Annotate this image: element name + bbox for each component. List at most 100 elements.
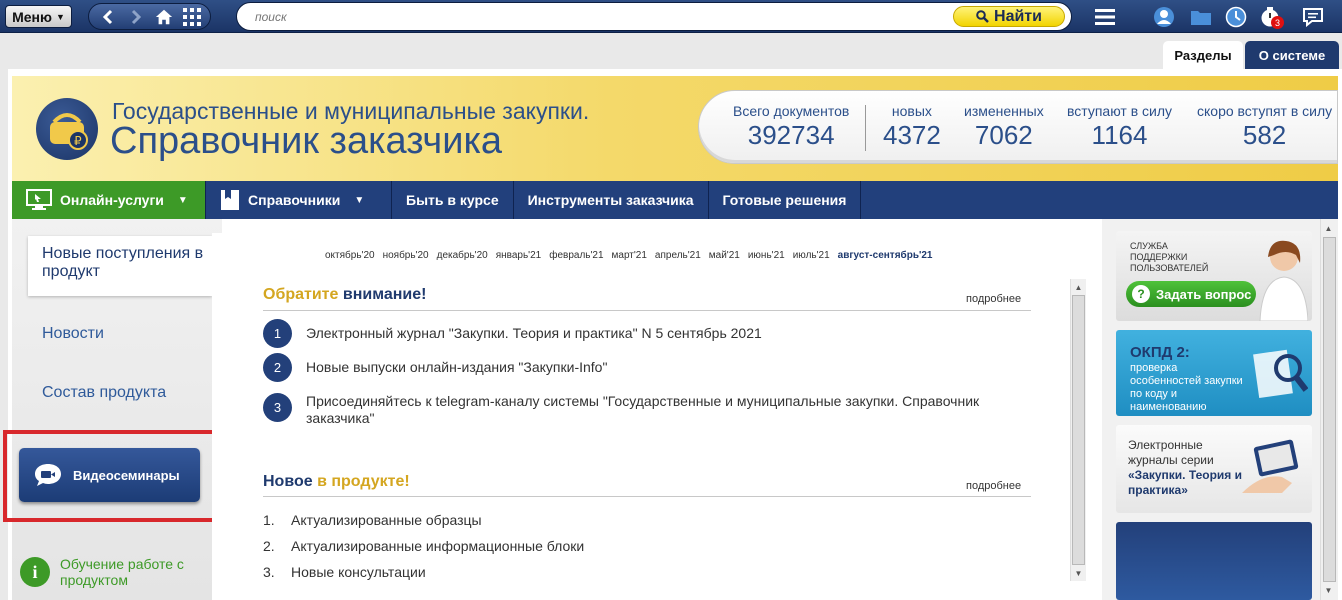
clock-icon[interactable] xyxy=(1223,4,1249,29)
month-link[interactable]: июль'21 xyxy=(793,250,830,261)
navigation-pill xyxy=(88,3,211,30)
stat-new[interactable]: новых 4372 xyxy=(883,103,941,151)
okpd-banner[interactable]: ОКПД 2: проверка особенностей закупки по… xyxy=(1116,330,1312,416)
attention-item-link[interactable]: Присоединяйтесь к telegram-каналу систем… xyxy=(306,393,1016,427)
forward-icon[interactable] xyxy=(127,8,145,26)
chevron-down-icon: ▼ xyxy=(177,194,188,206)
nav-label: Справочники xyxy=(248,192,341,208)
new-in-product-more-link[interactable]: подробнее xyxy=(966,480,1021,492)
month-link-current[interactable]: август-сентябрь'21 xyxy=(838,250,933,261)
month-link[interactable]: март'21 xyxy=(612,250,647,261)
number-badge: 1 xyxy=(263,319,292,348)
ask-question-button[interactable]: ? Задать вопрос xyxy=(1126,281,1256,307)
list-number: 1. xyxy=(263,512,275,528)
new-in-product-heading: Новое в продукте! xyxy=(263,473,410,491)
scroll-thumb[interactable] xyxy=(1323,237,1336,582)
stat-value: 7062 xyxy=(974,120,1033,150)
menu-button[interactable]: Меню ▼ xyxy=(5,5,72,28)
month-link[interactable]: апрель'21 xyxy=(655,250,701,261)
promo-banner[interactable] xyxy=(1116,522,1312,600)
new-item-link[interactable]: Актуализированные образцы xyxy=(291,512,482,528)
stat-label: вступают в силу xyxy=(1067,103,1173,119)
journals-banner[interactable]: Электронные журналы серии «Закупки. Теор… xyxy=(1116,425,1312,513)
tab-about[interactable]: О системе xyxy=(1245,41,1339,69)
stat-label: новых xyxy=(891,103,932,119)
video-camera-icon xyxy=(35,464,61,486)
nav-online-services[interactable]: Онлайн-услуги ▼ xyxy=(12,181,206,219)
list-number: 2. xyxy=(263,538,275,554)
attention-item-link[interactable]: Электронный журнал "Закупки. Теория и пр… xyxy=(306,325,1016,342)
stat-value: 392734 xyxy=(747,120,835,150)
stat-divider xyxy=(865,105,866,151)
monitor-icon xyxy=(26,189,52,210)
attention-heading-a: Обратите xyxy=(263,286,339,303)
training-link[interactable]: i Обучение работе с продуктом xyxy=(20,556,190,588)
menu-caret-icon: ▼ xyxy=(55,11,65,22)
new-item-link[interactable]: Новые консультации xyxy=(291,564,426,580)
support-label: СЛУЖБА ПОДДЕРЖКИ ПОЛЬЗОВАТЕЛЕЙ xyxy=(1130,241,1209,273)
month-link[interactable]: ноябрь'20 xyxy=(383,250,429,261)
scroll-up-icon[interactable]: ▲ xyxy=(1071,280,1086,294)
month-selector: октябрь'20 ноябрь'20 декабрь'20 январь'2… xyxy=(325,250,932,261)
svg-text:₽: ₽ xyxy=(74,134,82,148)
month-link[interactable]: январь'21 xyxy=(496,250,542,261)
stat-value: 1164 xyxy=(1091,120,1148,150)
number-badge: 2 xyxy=(263,353,292,382)
hamburger-menu-icon[interactable] xyxy=(1092,4,1118,29)
nav-ready-solutions[interactable]: Готовые решения xyxy=(709,181,862,219)
book-icon xyxy=(221,190,239,210)
nav-customer-tools[interactable]: Инструменты заказчика xyxy=(514,181,709,219)
stat-value: 4372 xyxy=(883,120,941,150)
scroll-down-icon[interactable]: ▼ xyxy=(1321,583,1336,597)
sidebar-item-product-contents[interactable]: Состав продукта xyxy=(42,384,166,402)
scroll-down-icon[interactable]: ▼ xyxy=(1071,566,1086,580)
home-icon[interactable] xyxy=(155,8,173,26)
attention-more-link[interactable]: подробнее xyxy=(966,293,1021,305)
timer-notifications-icon[interactable]: 3 xyxy=(1258,4,1284,29)
find-button[interactable]: Найти xyxy=(953,6,1065,27)
attention-heading: Обратите внимание! xyxy=(263,286,426,304)
nav-label: Онлайн-услуги xyxy=(60,192,164,208)
stat-total[interactable]: Всего документов 392734 xyxy=(733,103,849,151)
month-link[interactable]: декабрь'20 xyxy=(437,250,488,261)
stat-changed[interactable]: измененных 7062 xyxy=(964,103,1044,151)
content-scrollbar[interactable]: ▲ ▼ xyxy=(1070,279,1086,581)
user-icon[interactable] xyxy=(1151,4,1177,29)
new-item-link[interactable]: Актуализированные информационные блоки xyxy=(291,538,584,554)
month-link[interactable]: февраль'21 xyxy=(549,250,603,261)
scroll-thumb[interactable] xyxy=(1072,295,1085,565)
new-heading-a: Новое xyxy=(263,473,313,490)
folder-icon[interactable] xyxy=(1188,4,1214,29)
month-link[interactable]: май'21 xyxy=(709,250,740,261)
sidebar-item-news[interactable]: Новости xyxy=(42,325,104,343)
top-toolbar: Меню ▼ Найти xyxy=(0,0,1342,33)
support-banner[interactable]: СЛУЖБА ПОДДЕРЖКИ ПОЛЬЗОВАТЕЛЕЙ ? Задать … xyxy=(1116,231,1312,321)
tab-sections[interactable]: Разделы xyxy=(1163,41,1243,69)
video-seminars-button[interactable]: Видеосеминары xyxy=(19,448,200,502)
month-link[interactable]: июнь'21 xyxy=(748,250,785,261)
page-scrollbar[interactable]: ▲ ▼ xyxy=(1320,219,1338,600)
sidebar-item-new-arrivals[interactable]: Новые поступления в продукт xyxy=(28,236,212,296)
okpd-text: проверка особенностей закупки по коду и … xyxy=(1130,362,1243,413)
training-label: Обучение работе с продуктом xyxy=(60,556,184,588)
month-link[interactable]: октябрь'20 xyxy=(325,250,375,261)
nav-directories[interactable]: Справочники ▼ xyxy=(206,181,392,219)
attention-item-link[interactable]: Новые выпуски онлайн-издания "Закупки-In… xyxy=(306,359,1016,376)
stat-effective[interactable]: вступают в силу 1164 xyxy=(1067,103,1172,151)
journals-text-a: Электронные журналы серии xyxy=(1128,438,1214,467)
chevron-down-icon: ▼ xyxy=(354,194,365,206)
message-icon[interactable] xyxy=(1300,4,1326,29)
number-badge: 3 xyxy=(263,393,292,422)
stat-soon-effective[interactable]: скоро вступят в силу 582 xyxy=(1197,103,1332,151)
grid-icon[interactable] xyxy=(183,7,201,26)
journals-text: Электронные журналы серии «Закупки. Теор… xyxy=(1128,438,1248,498)
search-input[interactable] xyxy=(255,9,935,25)
attention-heading-b: внимание! xyxy=(342,286,427,303)
scroll-up-icon[interactable]: ▲ xyxy=(1321,221,1336,235)
new-heading-b: в продукте! xyxy=(317,473,410,490)
nav-stay-informed[interactable]: Быть в курсе xyxy=(392,181,514,219)
stat-label: скоро вступят в силу xyxy=(1197,103,1333,119)
find-label: Найти xyxy=(994,7,1042,25)
okpd-title: ОКПД 2: xyxy=(1130,344,1190,361)
back-icon[interactable] xyxy=(99,8,117,26)
